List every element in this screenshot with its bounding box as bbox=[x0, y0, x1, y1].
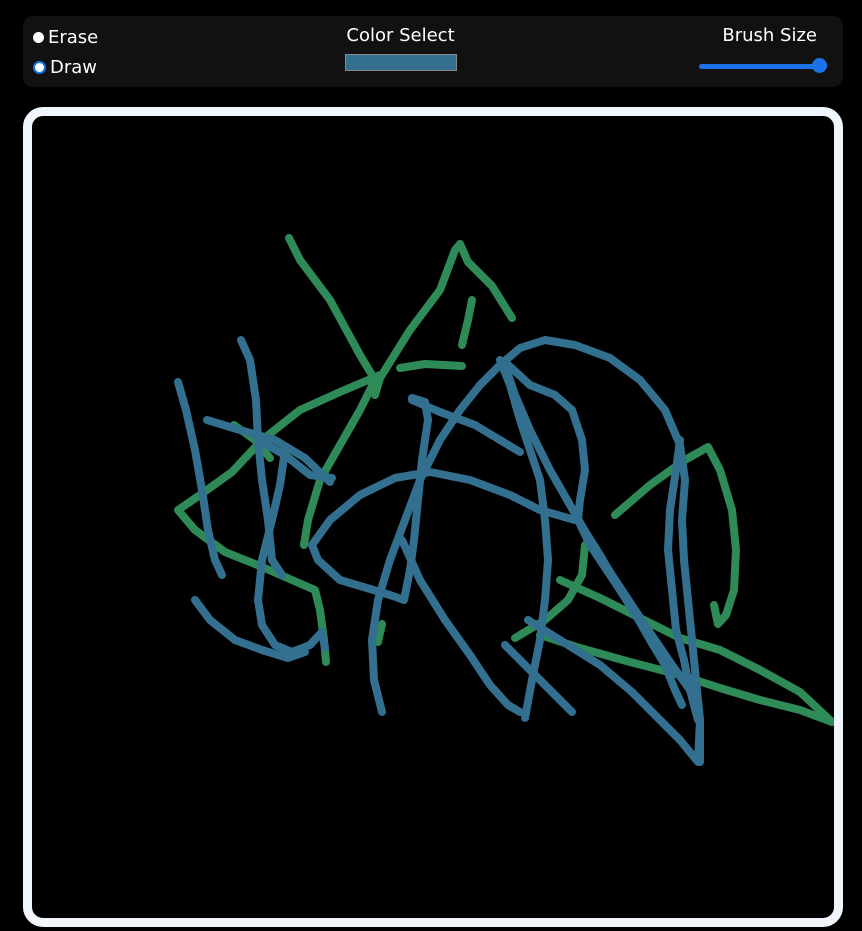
draw-mode-option[interactable]: Draw bbox=[33, 56, 97, 78]
drawing-canvas[interactable] bbox=[23, 107, 843, 927]
green-stroke bbox=[396, 360, 466, 372]
green-stroke bbox=[458, 296, 476, 349]
erase-label[interactable]: Erase bbox=[48, 27, 98, 48]
draw-label[interactable]: Draw bbox=[50, 57, 97, 78]
draw-radio[interactable] bbox=[33, 60, 46, 74]
toolbar: Erase Draw Color Select Brush Size bbox=[23, 16, 843, 87]
canvas-drawing bbox=[174, 234, 834, 766]
color-select-section: Color Select bbox=[338, 25, 463, 71]
slider-track[interactable] bbox=[699, 64, 827, 69]
brush-size-section: Brush Size bbox=[699, 25, 829, 74]
green-stroke bbox=[285, 234, 379, 399]
blue-stroke bbox=[398, 536, 524, 716]
erase-radio[interactable] bbox=[33, 31, 44, 43]
color-select-label: Color Select bbox=[346, 25, 455, 46]
erase-mode-option[interactable]: Erase bbox=[33, 26, 98, 48]
green-stroke bbox=[374, 620, 386, 646]
slider-thumb[interactable] bbox=[812, 58, 827, 73]
color-picker[interactable] bbox=[344, 54, 457, 71]
brush-size-slider[interactable] bbox=[699, 58, 827, 74]
blue-strokes bbox=[174, 336, 704, 766]
blue-stroke bbox=[174, 378, 226, 579]
brush-size-label: Brush Size bbox=[722, 25, 817, 46]
